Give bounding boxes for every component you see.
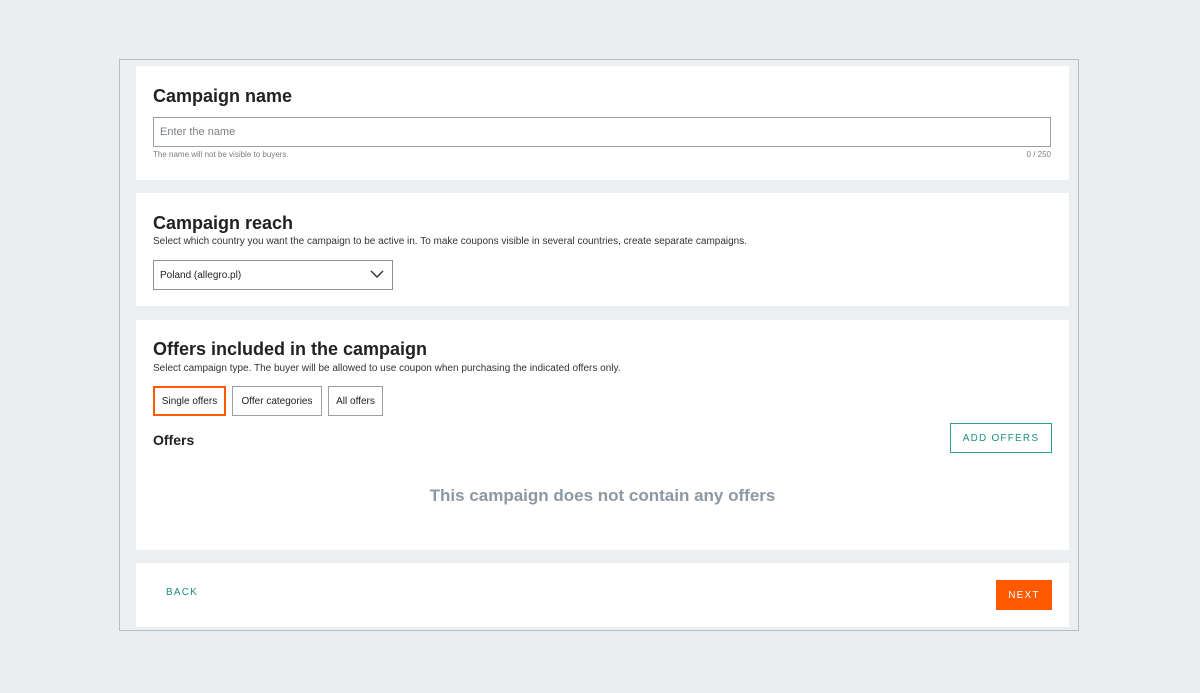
campaign-reach-card: Campaign reach Select which country you …: [136, 193, 1069, 306]
country-select[interactable]: Poland (allegro.pl): [153, 260, 393, 290]
next-button[interactable]: NEXT: [996, 580, 1052, 610]
campaign-name-hint: The name will not be visible to buyers.: [153, 150, 289, 159]
type-single-offers-button[interactable]: Single offers: [153, 386, 226, 416]
type-offer-categories-button[interactable]: Offer categories: [232, 386, 322, 416]
offers-description: Select campaign type. The buyer will be …: [153, 363, 621, 374]
add-offers-button[interactable]: ADD OFFERS: [950, 423, 1052, 453]
empty-offers-message: This campaign does not contain any offer…: [429, 486, 776, 505]
offers-section-title: Offers included in the campaign: [153, 339, 428, 359]
campaign-name-title: Campaign name: [153, 86, 293, 106]
campaign-name-input[interactable]: [153, 117, 1051, 147]
back-button[interactable]: BACK: [166, 587, 198, 598]
type-all-offers-button[interactable]: All offers: [328, 386, 383, 416]
chevron-down-icon: [370, 270, 384, 278]
campaign-form-frame: Campaign name The name will not be visib…: [119, 59, 1079, 631]
offers-label: Offers: [153, 432, 195, 448]
offers-card: Offers included in the campaign Select c…: [136, 320, 1069, 550]
campaign-name-card: Campaign name The name will not be visib…: [136, 66, 1069, 180]
footer-card: BACK NEXT: [136, 563, 1069, 627]
campaign-reach-title: Campaign reach: [153, 213, 294, 233]
character-counter: 0 / 250: [1026, 150, 1051, 159]
campaign-reach-description: Select which country you want the campai…: [153, 236, 748, 247]
country-select-value: Poland (allegro.pl): [160, 269, 242, 281]
